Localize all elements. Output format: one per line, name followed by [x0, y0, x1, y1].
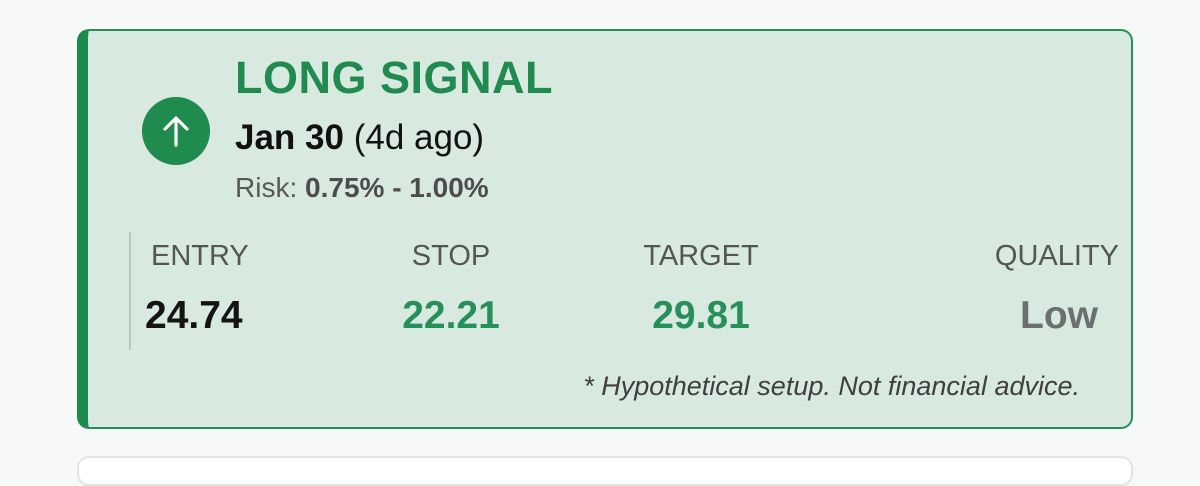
- signal-date-line: Jan 30 (4d ago): [235, 120, 484, 155]
- direction-badge: [142, 97, 210, 165]
- next-card: [77, 456, 1133, 486]
- entry-value: 24.74: [145, 294, 243, 337]
- signal-date: Jan 30: [235, 118, 344, 157]
- stats-row: ENTRY 24.74 STOP 22.21 TARGET 29.81 QUAL…: [129, 232, 1133, 350]
- quality-stat: QUALITY Low: [911, 232, 1133, 350]
- target-stat: TARGET 29.81: [611, 232, 871, 350]
- arrow-up-icon: [163, 116, 189, 147]
- stop-value: 22.21: [402, 294, 500, 337]
- signal-card: LONG SIGNAL Jan 30 (4d ago) Risk: 0.75% …: [77, 29, 1133, 429]
- target-label: TARGET: [643, 240, 759, 272]
- risk-line: Risk: 0.75% - 1.00%: [235, 174, 489, 202]
- signal-title: LONG SIGNAL: [235, 52, 553, 103]
- stop-label: STOP: [411, 240, 491, 272]
- quality-label: QUALITY: [994, 240, 1119, 272]
- disclaimer: * Hypothetical setup. Not financial advi…: [583, 371, 1080, 401]
- stop-stat: STOP 22.21: [371, 232, 611, 350]
- entry-label: ENTRY: [151, 240, 249, 272]
- target-value: 29.81: [652, 294, 750, 337]
- signal-age: (4d ago): [353, 118, 485, 157]
- entry-stat: ENTRY 24.74: [131, 232, 371, 350]
- risk-label: Risk:: [235, 172, 298, 203]
- risk-value: 0.75% - 1.00%: [305, 172, 489, 203]
- quality-value: Low: [1020, 294, 1098, 337]
